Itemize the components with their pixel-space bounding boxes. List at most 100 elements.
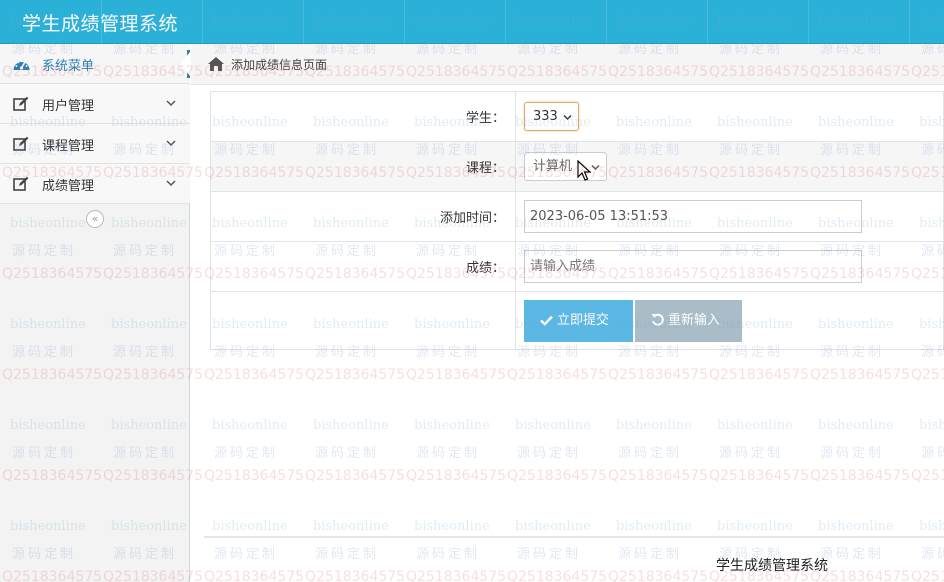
- active-notch: [180, 52, 190, 76]
- sidebar-item-course-management[interactable]: 课程管理: [0, 124, 190, 164]
- submit-button-label: 立即提交: [557, 312, 610, 328]
- sidebar-menu-title: 系统菜单: [42, 59, 95, 74]
- form-row-student: 学生： 333: [210, 91, 944, 142]
- watermark-token: bisheonline: [212, 418, 288, 433]
- course-selected-value: 计算机: [533, 159, 573, 174]
- sidebar-collapse-button[interactable]: «: [86, 210, 104, 228]
- watermark-token: bisheonline: [717, 519, 793, 534]
- app-title: 学生成绩管理系统: [22, 13, 179, 35]
- watermark-token: 源码定制: [315, 547, 380, 562]
- watermark-token: 源码定制: [214, 446, 279, 461]
- form-row-score: 成绩： 请输入成绩: [210, 241, 944, 292]
- sidebar: 系统菜单 用户管理 课程管理 成绩管理 «: [0, 44, 190, 582]
- breadcrumb-current: 添加成绩信息页面: [231, 58, 328, 72]
- student-label: 学生：: [210, 91, 516, 142]
- watermark-token: Q2518364575: [204, 468, 305, 484]
- watermark-token: Q2518364575: [709, 468, 810, 484]
- watermark-token: Q2518364575: [507, 569, 608, 582]
- check-icon: [540, 315, 553, 326]
- watermark-token: 源码定制: [315, 446, 380, 461]
- chevron-down-icon: [166, 180, 176, 187]
- watermark-token: bisheonline: [414, 519, 490, 534]
- watermark-token: Q2518364575: [204, 367, 305, 383]
- watermark-token: Q2518364575: [911, 367, 944, 383]
- edit-icon: [13, 136, 29, 151]
- submit-button[interactable]: 立即提交: [524, 299, 633, 342]
- watermark-token: Q2518364575: [608, 468, 709, 484]
- undo-icon: [651, 313, 664, 326]
- score-label: 成绩：: [210, 241, 516, 292]
- watermark-token: Q2518364575: [911, 468, 944, 484]
- watermark-token: Q2518364575: [507, 468, 608, 484]
- watermark-token: bisheonline: [515, 519, 591, 534]
- watermark-token: Q2518364575: [810, 367, 911, 383]
- home-icon: [208, 57, 224, 71]
- watermark-token: 源码定制: [719, 446, 784, 461]
- watermark-token: 源码定制: [820, 547, 885, 562]
- watermark-token: bisheonline: [414, 418, 490, 433]
- sidebar-item-user-management[interactable]: 用户管理: [0, 84, 190, 124]
- edit-icon: [13, 176, 29, 191]
- chevron-down-icon: [591, 165, 600, 170]
- watermark-token: Q2518364575: [810, 468, 911, 484]
- add-time-input[interactable]: 2023-06-05 13:51:53: [524, 200, 862, 233]
- reset-button-label: 重新输入: [668, 312, 721, 328]
- watermark-token: Q2518364575: [305, 367, 406, 383]
- course-label: 课程：: [210, 141, 516, 192]
- footer-divider: [204, 536, 944, 538]
- sidebar-item-score-management[interactable]: 成绩管理: [0, 164, 190, 204]
- score-input[interactable]: 请输入成绩: [524, 250, 862, 283]
- score-form: 学生： 333 课程： 计算机 添加时间： 2023-06-05 13:51:5…: [210, 91, 944, 350]
- watermark-token: 源码定制: [921, 547, 944, 562]
- sidebar-item-label: 成绩管理: [42, 179, 95, 194]
- top-header: 学生成绩管理系统: [0, 0, 944, 44]
- watermark-token: Q2518364575: [608, 569, 709, 582]
- watermark-token: Q2518364575: [507, 367, 608, 383]
- watermark-token: Q2518364575: [709, 367, 810, 383]
- watermark-token: 源码定制: [214, 547, 279, 562]
- watermark-token: bisheonline: [818, 519, 894, 534]
- watermark-token: Q2518364575: [406, 468, 507, 484]
- watermark-token: bisheonline: [919, 519, 944, 534]
- watermark-token: Q2518364575: [608, 367, 709, 383]
- chevron-down-icon: [166, 100, 176, 107]
- student-select[interactable]: 333: [524, 102, 579, 131]
- watermark-token: Q2518364575: [305, 468, 406, 484]
- course-select[interactable]: 计算机: [524, 152, 607, 181]
- watermark-token: 源码定制: [618, 446, 683, 461]
- watermark-token: 源码定制: [517, 547, 582, 562]
- breadcrumb: 添加成绩信息页面: [191, 44, 944, 85]
- sidebar-item-label: 课程管理: [42, 139, 95, 154]
- watermark-token: bisheonline: [818, 418, 894, 433]
- watermark-token: bisheonline: [616, 519, 692, 534]
- watermark-token: bisheonline: [313, 418, 389, 433]
- watermark-token: 源码定制: [618, 547, 683, 562]
- watermark-token: bisheonline: [212, 519, 288, 534]
- watermark-token: 源码定制: [416, 547, 481, 562]
- watermark-token: Q2518364575: [305, 569, 406, 582]
- watermark-token: Q2518364575: [204, 569, 305, 582]
- watermark-token: Q2518364575: [911, 569, 944, 582]
- watermark-token: bisheonline: [616, 418, 692, 433]
- watermark-token: Q2518364575: [406, 569, 507, 582]
- watermark-token: 源码定制: [921, 446, 944, 461]
- chevron-down-icon: [166, 140, 176, 147]
- watermark-token: bisheonline: [919, 418, 944, 433]
- mouse-pointer-icon: [577, 160, 591, 181]
- form-row-actions: 立即提交 重新输入: [210, 291, 944, 350]
- edit-icon: [13, 96, 29, 111]
- time-label: 添加时间：: [210, 191, 516, 242]
- watermark-token: 源码定制: [517, 446, 582, 461]
- reset-button[interactable]: 重新输入: [635, 299, 742, 342]
- watermark-token: bisheonline: [717, 418, 793, 433]
- footer-text: 学生成绩管理系统: [716, 558, 828, 574]
- dashboard-icon: [13, 59, 30, 70]
- sidebar-menu-header: 系统菜单: [0, 44, 190, 84]
- watermark-token: 源码定制: [820, 446, 885, 461]
- student-selected-value: 333: [533, 109, 558, 124]
- chevron-down-icon: [563, 115, 572, 120]
- watermark-token: 源码定制: [416, 446, 481, 461]
- form-row-time: 添加时间： 2023-06-05 13:51:53: [210, 191, 944, 242]
- watermark-token: Q2518364575: [406, 367, 507, 383]
- sidebar-item-label: 用户管理: [42, 99, 95, 114]
